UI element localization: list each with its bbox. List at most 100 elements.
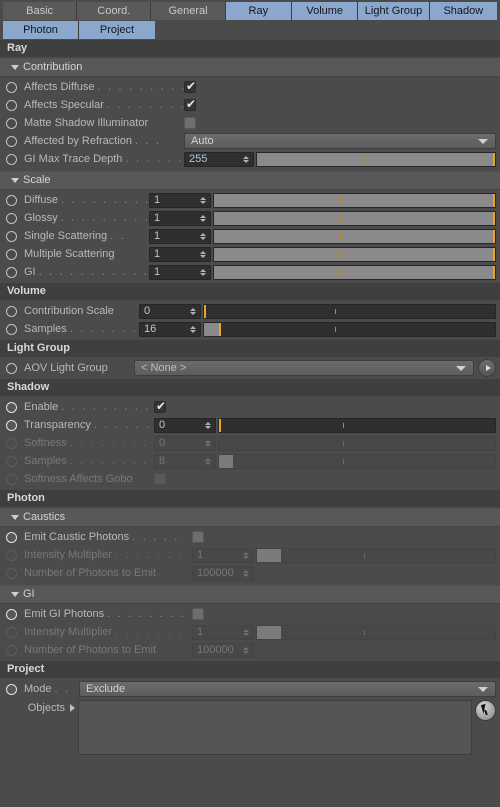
keyframe-dot-icon[interactable] xyxy=(6,683,17,695)
checkbox-affects-specular[interactable]: ✔ xyxy=(184,97,197,111)
spinner-icon[interactable] xyxy=(202,421,215,429)
keyframe-dot-icon[interactable] xyxy=(6,419,17,431)
keyframe-dot-icon[interactable] xyxy=(6,153,17,165)
spinner-icon[interactable] xyxy=(197,250,210,258)
tab-coord[interactable]: Coord. xyxy=(77,2,152,20)
spinner-icon[interactable] xyxy=(197,196,210,204)
keyframe-dot-icon[interactable] xyxy=(6,212,17,224)
keyframe-dot-icon xyxy=(6,644,17,656)
checkbox-matte-shadow-illuminator[interactable] xyxy=(184,117,196,129)
subgroup-header-caustics[interactable]: Caustics xyxy=(0,508,500,527)
keyframe-dot-icon[interactable] xyxy=(6,401,17,413)
keyframe-dot-icon[interactable] xyxy=(6,230,17,242)
subgroup-header-contribution[interactable]: Contribution xyxy=(0,58,500,77)
chevron-right-icon[interactable] xyxy=(70,704,75,712)
number-value: 100000 xyxy=(197,566,234,579)
slider-scale-gi[interactable] xyxy=(213,264,496,280)
slider-scale-single-scattering[interactable] xyxy=(213,228,496,244)
tab-basic[interactable]: Basic xyxy=(3,2,78,20)
dropdown-value: Auto xyxy=(191,135,214,147)
slider-scale-glossy[interactable] xyxy=(213,210,496,226)
number-value: 0 xyxy=(144,304,151,317)
row-emit-gi-photons: Emit GI Photons . . . . . . . . . . xyxy=(0,605,500,623)
slider-volume-samples[interactable] xyxy=(203,321,496,337)
number-field-scale-multiple-scattering[interactable]: 1 xyxy=(149,246,211,262)
keyframe-dot-icon[interactable] xyxy=(6,99,17,111)
number-field-volume-samples[interactable]: 16 xyxy=(139,321,201,337)
number-field-scale-gi[interactable]: 1 xyxy=(149,264,211,280)
spinner-icon[interactable] xyxy=(187,307,200,315)
keyframe-dot-icon[interactable] xyxy=(6,117,17,129)
spinner-icon[interactable] xyxy=(240,155,253,163)
aov-light-group-go-button[interactable] xyxy=(478,359,496,377)
keyframe-dot-icon xyxy=(6,473,17,485)
tab-light-group[interactable]: Light Group xyxy=(358,2,430,20)
keyframe-dot-icon[interactable] xyxy=(6,266,17,278)
tab-project[interactable]: Project xyxy=(79,21,155,39)
slider-contribution-scale[interactable] xyxy=(203,303,496,319)
keyframe-dot-icon[interactable] xyxy=(6,305,17,317)
number-field-caustics-intensity: 1 xyxy=(192,547,254,563)
group-header-photon: Photon xyxy=(0,490,500,508)
keyframe-dot-icon[interactable] xyxy=(6,194,17,206)
slider-gi-max-trace-depth[interactable] xyxy=(256,151,496,167)
objects-drop-area[interactable] xyxy=(78,700,472,755)
spinner-icon[interactable] xyxy=(197,268,210,276)
group-header-light-group: Light Group xyxy=(0,340,500,358)
slider-shadow-transparency[interactable] xyxy=(218,417,496,433)
label-shadow-enable: Enable xyxy=(24,401,59,413)
checkbox-affects-diffuse[interactable]: ✔ xyxy=(184,80,196,93)
subgroup-header-gi[interactable]: GI xyxy=(0,585,500,604)
tab-volume[interactable]: Volume xyxy=(292,2,359,20)
row-caustics-intensity-multiplier: Intensity Multiplier . . . . . . . 1 xyxy=(0,546,500,564)
keyframe-dot-icon[interactable] xyxy=(6,362,17,374)
keyframe-dot-icon[interactable] xyxy=(6,248,17,260)
spinner-icon[interactable] xyxy=(197,214,210,222)
check-icon: ✔ xyxy=(186,97,197,111)
keyframe-dot-icon xyxy=(6,626,17,638)
spinner-icon xyxy=(202,439,215,447)
tab-photon[interactable]: Photon xyxy=(3,21,79,39)
row-project-mode: Mode . . Exclude xyxy=(0,680,500,698)
subgroup-header-scale[interactable]: Scale xyxy=(0,171,500,190)
dot-leader: . . . . . . . xyxy=(115,626,184,638)
slider-scale-multiple-scattering[interactable] xyxy=(213,246,496,262)
number-field-scale-diffuse[interactable]: 1 xyxy=(149,192,211,208)
row-volume-samples: Samples . . . . . . . . 16 xyxy=(0,320,500,338)
keyframe-dot-icon[interactable] xyxy=(6,135,17,147)
slider-shadow-softness xyxy=(218,435,496,451)
chevron-down-icon xyxy=(456,365,466,371)
row-shadow-transparency: Transparency . . . . . . . 0 xyxy=(0,416,500,434)
checkbox-emit-caustic-photons[interactable] xyxy=(192,531,204,543)
dropdown-project-mode[interactable]: Exclude xyxy=(79,681,496,697)
slider-gi-intensity xyxy=(256,624,496,640)
keyframe-dot-icon[interactable] xyxy=(6,323,17,335)
tab-general[interactable]: General xyxy=(151,2,226,20)
dropdown-aov-light-group[interactable]: < None > xyxy=(134,360,474,376)
number-field-scale-glossy[interactable]: 1 xyxy=(149,210,211,226)
keyframe-dot-icon[interactable] xyxy=(6,531,17,543)
dropdown-affected-by-refraction[interactable]: Auto xyxy=(184,133,496,149)
number-field-gi-max-trace-depth[interactable]: 255 xyxy=(184,151,254,167)
number-field-scale-single-scattering[interactable]: 1 xyxy=(149,228,211,244)
dropdown-value: < None > xyxy=(141,362,187,374)
keyframe-dot-icon xyxy=(6,455,17,467)
row-shadow-samples: Samples . . . . . . . . . . . 8 xyxy=(0,452,500,470)
number-value: 16 xyxy=(144,322,157,335)
checkbox-shadow-enable[interactable]: ✔ xyxy=(154,400,166,413)
keyframe-dot-icon[interactable] xyxy=(6,81,17,93)
tab-ray[interactable]: Ray xyxy=(225,2,292,20)
slider-scale-diffuse[interactable] xyxy=(213,192,496,208)
number-field-shadow-transparency[interactable]: 0 xyxy=(154,417,216,433)
tab-shadow[interactable]: Shadow xyxy=(429,2,497,20)
number-field-contribution-scale[interactable]: 0 xyxy=(139,303,201,319)
number-value: 100000 xyxy=(197,643,234,656)
tab-row-secondary: Photon Project xyxy=(3,21,497,39)
keyframe-dot-icon[interactable] xyxy=(6,608,17,620)
checkbox-emit-gi-photons[interactable] xyxy=(192,608,204,620)
spinner-icon[interactable] xyxy=(187,325,200,333)
spinner-icon[interactable] xyxy=(197,232,210,240)
row-scale-single-scattering: Single Scattering . . 1 xyxy=(0,227,500,245)
label-shadow-samples: Samples xyxy=(24,455,67,467)
object-picker-button[interactable] xyxy=(475,700,496,721)
